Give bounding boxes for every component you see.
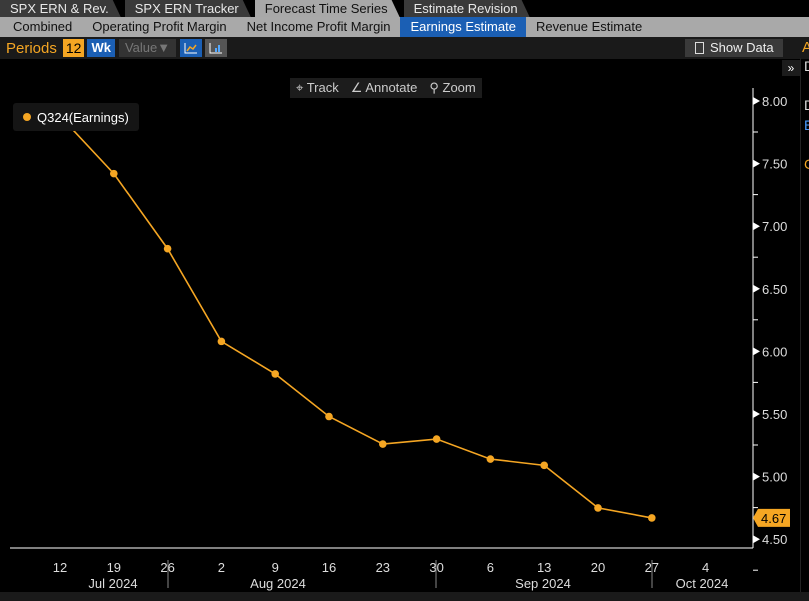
data-point: [648, 514, 656, 522]
side-letter: C: [804, 156, 809, 172]
zoom-button[interactable]: ⚲ Zoom: [423, 78, 481, 98]
y-tick: [753, 472, 760, 481]
y-tick: [753, 535, 760, 544]
data-point: [594, 504, 602, 512]
y-tick: [753, 347, 760, 356]
tab-2[interactable]: Forecast Time Series: [255, 0, 400, 17]
annotate-label: Annotate: [365, 80, 418, 95]
toolbar: Periods 12 Wk Value▼ Show Data A: [0, 37, 809, 59]
earnings-chart[interactable]: 4.505.005.506.006.507.007.508.0012 19 26 2 9…: [0, 58, 800, 592]
show-data-label: Show Data: [710, 40, 774, 55]
y-tick: [753, 410, 760, 418]
data-point: [379, 440, 387, 448]
subtab-0[interactable]: Combined: [3, 17, 82, 37]
bar-chart-button[interactable]: [205, 39, 228, 57]
x-tick-label: 30: [429, 560, 443, 575]
x-month-label: Oct 2024: [676, 576, 729, 591]
x-tick-label: 16: [322, 560, 336, 575]
x-tick-label: 2: [218, 560, 225, 575]
y-tick: [753, 222, 760, 231]
x-tick-label: 13: [537, 560, 551, 575]
last-value-label: 4.67: [761, 511, 786, 526]
bar-chart-icon: [209, 43, 223, 54]
zoom-label: Zoom: [442, 80, 476, 95]
side-letter: D: [804, 97, 809, 113]
data-point: [325, 412, 333, 421]
data-point: [540, 461, 548, 470]
x-tick-label: 12: [53, 560, 67, 575]
value-select[interactable]: Value▼: [118, 39, 177, 57]
chart-legend[interactable]: Q324(Earnings): [13, 103, 139, 131]
y-tick: [753, 159, 760, 168]
x-tick-label: 4: [702, 560, 709, 575]
subtab-2[interactable]: Net Income Profit Margin: [237, 17, 401, 37]
subtab-1[interactable]: Operating Profit Margin: [82, 17, 236, 37]
crosshair-icon: ⌖: [296, 80, 304, 95]
subtab-3[interactable]: Earnings Estimate: [400, 17, 526, 37]
x-tick-label: 6: [487, 560, 494, 575]
annotate-button[interactable]: ∠ Annotate: [345, 78, 424, 98]
period-unit-button[interactable]: Wk: [87, 39, 115, 57]
data-point: [271, 370, 280, 378]
tab-0[interactable]: SPX ERN & Rev.: [0, 0, 121, 17]
track-label: Track: [306, 80, 339, 95]
x-month-label: Sep 2024: [515, 576, 571, 591]
data-point: [217, 337, 226, 346]
data-point: [163, 244, 172, 253]
data-point: [486, 455, 495, 463]
side-letter: E: [804, 117, 809, 133]
magnifier-icon: ⚲: [429, 80, 439, 95]
x-tick-label: 9: [272, 560, 279, 575]
tab-1[interactable]: SPX ERN Tracker: [125, 0, 251, 17]
track-button[interactable]: ⌖ Track: [290, 78, 345, 98]
y-tick-label: 5.00: [762, 470, 787, 485]
y-tick: [753, 284, 760, 293]
document-icon: [695, 42, 704, 54]
x-tick-label: 19: [107, 560, 121, 575]
periods-input[interactable]: 12: [62, 39, 85, 57]
y-tick-label: 6.00: [762, 344, 787, 359]
line-chart-icon: [184, 43, 198, 54]
y-tick-label: 6.50: [762, 282, 787, 297]
show-data-button[interactable]: Show Data: [685, 39, 783, 57]
side-letter: A: [802, 39, 809, 56]
x-month-label: Aug 2024: [250, 576, 306, 591]
line-chart-button[interactable]: [180, 39, 203, 57]
legend-swatch: [23, 113, 31, 121]
main-tabs: SPX ERN & Rev. SPX ERN Tracker Forecast Ti…: [0, 0, 809, 17]
data-point: [110, 169, 118, 178]
y-tick-label: 8.00: [762, 94, 787, 109]
chart-tools: ⌖ Track ∠ Annotate ⚲ Zoom: [290, 78, 482, 98]
pencil-icon: ∠: [350, 80, 363, 95]
y-tick-label: 5.50: [762, 407, 787, 422]
legend-label: Q324(Earnings): [37, 109, 129, 125]
status-bar: [0, 592, 809, 601]
x-tick-label: 23: [376, 560, 390, 575]
y-tick-label: 7.00: [762, 219, 787, 234]
periods-label: Periods: [6, 39, 57, 57]
sub-tabs: Combined Operating Profit Margin Net Incom…: [0, 17, 809, 37]
tab-3[interactable]: Estimate Revision: [404, 0, 530, 17]
subtab-4[interactable]: Revenue Estimate: [526, 17, 652, 37]
y-tick-label: 4.50: [762, 532, 787, 547]
y-tick-label: 7.50: [762, 157, 787, 172]
y-tick: [753, 97, 760, 105]
data-point: [432, 435, 441, 443]
series-line: [59, 115, 652, 519]
x-month-label: Jul 2024: [88, 576, 137, 591]
x-tick-label: 20: [591, 560, 605, 575]
side-letter: D: [804, 58, 809, 74]
side-panel: [800, 58, 809, 601]
